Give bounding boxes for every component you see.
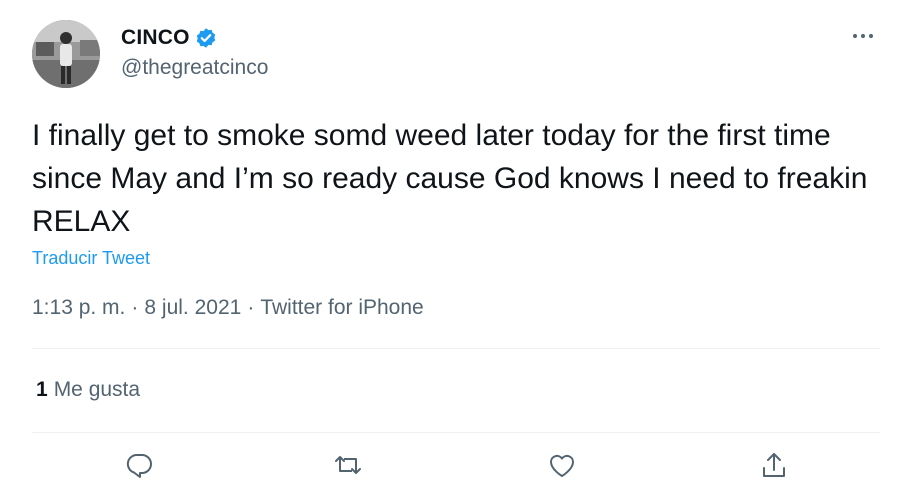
translate-tweet-link[interactable]: Traducir Tweet <box>32 248 150 269</box>
meta-separator: · <box>247 296 255 319</box>
verified-badge-icon <box>195 27 217 49</box>
tweet-time[interactable]: 1:13 p. m. <box>32 296 125 320</box>
meta-separator: · <box>131 296 139 319</box>
reply-icon <box>126 454 152 478</box>
tweet-date[interactable]: 8 jul. 2021 <box>144 296 241 320</box>
reply-button[interactable] <box>122 448 156 482</box>
more-icon[interactable] <box>850 26 878 46</box>
likes-label: Me gusta <box>53 378 141 401</box>
tweet-card: CINCO @thegreatcinco I finally get to sm… <box>0 0 904 504</box>
tweet-source[interactable]: Twitter for iPhone <box>260 296 423 320</box>
heart-icon <box>549 454 575 477</box>
avatar[interactable] <box>32 20 100 88</box>
tweet-metadata: 1:13 p. m. · 8 jul. 2021 · Twitter for i… <box>32 296 424 320</box>
retweet-icon <box>335 456 361 474</box>
likes-count: 1 <box>36 378 48 401</box>
likes-stat[interactable]: 1 Me gusta <box>36 378 140 402</box>
like-button[interactable] <box>545 448 579 482</box>
avatar-photo <box>32 20 100 88</box>
author-handle[interactable]: @thegreatcinco <box>121 56 268 80</box>
author-name-row[interactable]: CINCO <box>121 26 217 50</box>
share-button[interactable] <box>757 448 791 482</box>
retweet-button[interactable] <box>331 448 365 482</box>
divider <box>32 432 880 433</box>
share-icon <box>763 453 785 477</box>
divider <box>32 348 880 349</box>
author-display-name[interactable]: CINCO <box>121 26 190 50</box>
tweet-text: I finally get to smoke somd weed later t… <box>32 119 868 238</box>
